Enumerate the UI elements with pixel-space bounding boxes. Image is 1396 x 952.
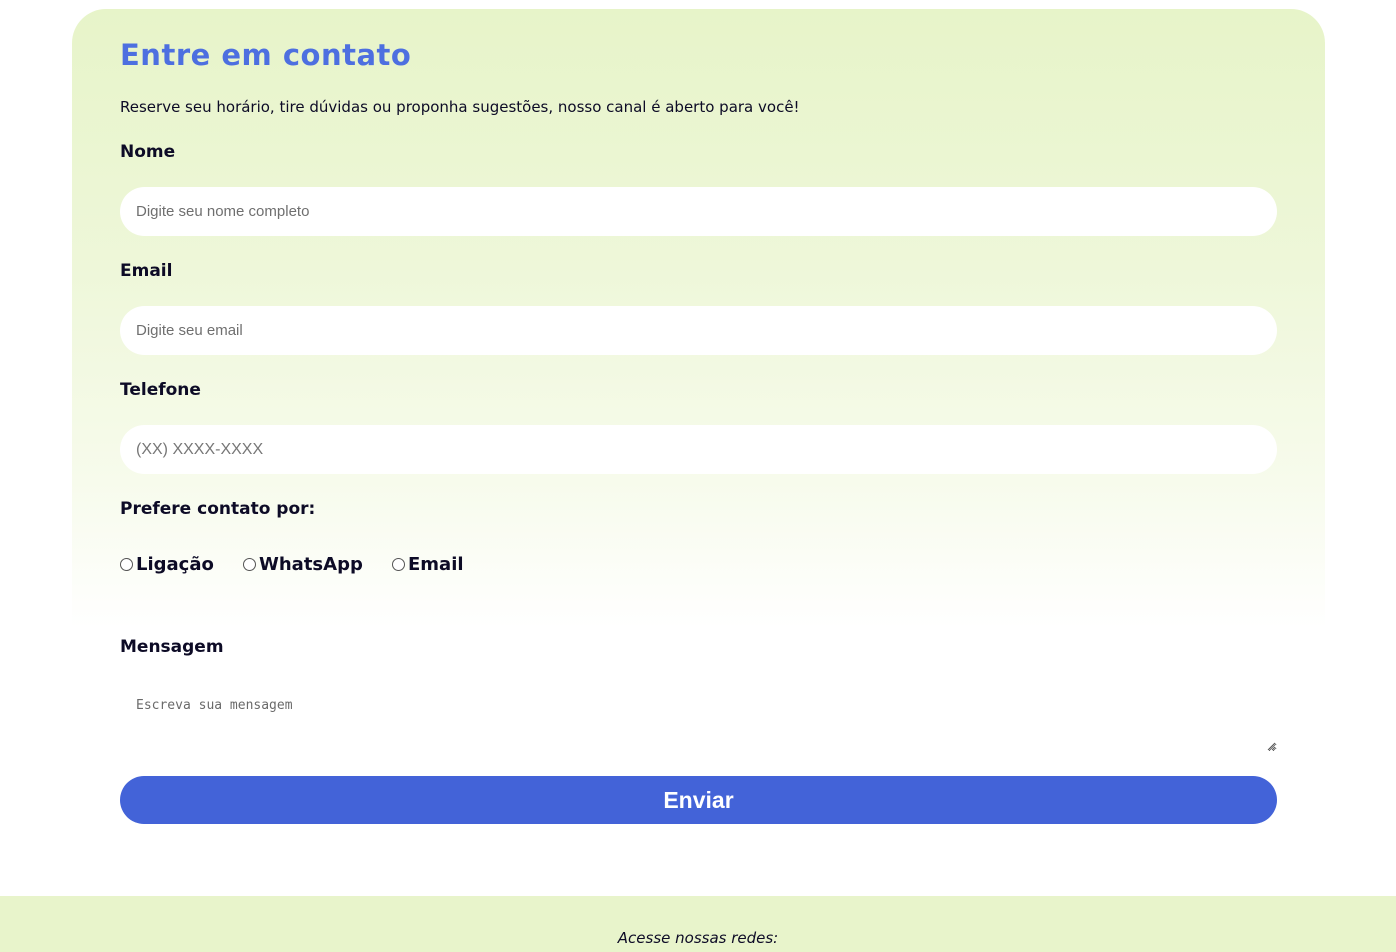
radio-email[interactable] [392, 558, 405, 571]
footer-social-text: Acesse nossas redes: [617, 929, 779, 947]
submit-button[interactable]: Enviar [120, 776, 1277, 824]
radio-whatsapp[interactable] [243, 558, 256, 571]
radio-option-whatsapp[interactable]: WhatsApp [243, 554, 363, 575]
name-input[interactable] [120, 187, 1277, 236]
radio-option-ligacao[interactable]: Ligação [120, 554, 214, 575]
radio-ligacao[interactable] [120, 558, 133, 571]
message-label: Mensagem [120, 637, 224, 657]
email-input[interactable] [120, 306, 1277, 355]
radio-label-ligacao: Ligação [136, 554, 214, 575]
resize-handle-icon[interactable] [1267, 742, 1276, 751]
radio-label-email: Email [408, 554, 464, 575]
radio-option-email[interactable]: Email [392, 554, 464, 575]
page-title: Entre em contato [120, 38, 412, 72]
contact-subtitle: Reserve seu horário, tire dúvidas ou pro… [120, 98, 800, 116]
message-textarea[interactable] [120, 684, 1277, 752]
footer: Acesse nossas redes: [0, 896, 1396, 952]
phone-input[interactable] [120, 425, 1277, 474]
email-label: Email [120, 261, 173, 281]
phone-label: Telefone [120, 380, 201, 400]
radio-label-whatsapp: WhatsApp [259, 554, 363, 575]
preference-label: Prefere contato por: [120, 499, 316, 519]
name-label: Nome [120, 142, 176, 162]
